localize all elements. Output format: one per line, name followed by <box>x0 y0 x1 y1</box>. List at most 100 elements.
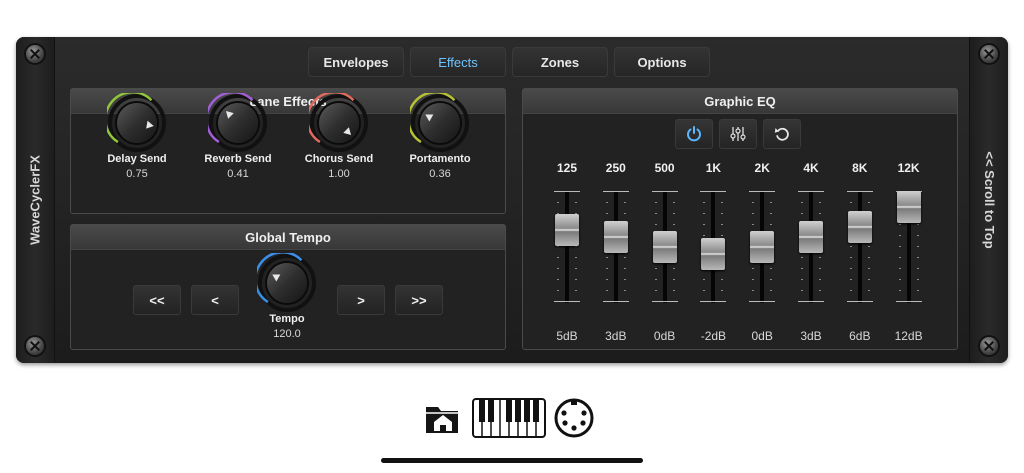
tempo-knob[interactable] <box>257 253 317 313</box>
slider-tick <box>623 202 626 203</box>
knob-value: 120.0 <box>273 328 301 340</box>
app-title: WaveCyclerFX <box>27 155 43 245</box>
eq-band-slider[interactable] <box>840 191 880 309</box>
eq-band-slider[interactable] <box>547 191 587 309</box>
reverb-send-knob[interactable] <box>208 93 268 153</box>
slider-tick <box>605 279 608 280</box>
slider-tick <box>801 213 803 214</box>
screw-icon <box>26 337 44 355</box>
slider-tick <box>623 213 626 214</box>
slider-end-line <box>749 301 776 302</box>
delay-send-knob[interactable] <box>107 93 167 153</box>
slider-tick <box>557 279 559 280</box>
slider-tick <box>752 279 755 280</box>
slider-tick <box>654 279 657 280</box>
slider-tick <box>721 213 724 214</box>
eq-band-slider[interactable] <box>889 191 929 309</box>
eq-band-slider[interactable] <box>596 191 636 309</box>
slider-tick <box>849 257 852 258</box>
tab-options[interactable]: Options <box>614 47 710 77</box>
tempo-back-button[interactable]: < <box>191 285 239 315</box>
tempo-forward-button[interactable]: > <box>337 285 385 315</box>
slider-tick <box>916 268 919 269</box>
eq-band-frequency: 125 <box>556 161 578 175</box>
slider-tick <box>752 290 755 291</box>
eq-reset-button[interactable] <box>763 119 801 149</box>
folder-home-icon[interactable] <box>424 401 464 435</box>
slider-tick <box>752 268 755 269</box>
eq-band: 2K 0dB <box>742 161 782 343</box>
slider-end-line <box>846 191 873 192</box>
slider-tick <box>721 290 724 291</box>
eq-slider-thumb[interactable] <box>799 221 823 253</box>
sliders-icon <box>730 127 746 141</box>
slider-tick <box>849 246 852 247</box>
tab-zones[interactable]: Zones <box>512 47 608 77</box>
rack-right-side[interactable]: << Scroll to Top <box>969 37 1008 363</box>
slider-tick <box>703 202 706 203</box>
graphic-eq-panel: Graphic EQ 125 5dB 250 3dB 500 0dB 1K -2… <box>522 88 958 350</box>
chorus-send-knob[interactable] <box>309 93 369 153</box>
slider-tick <box>654 213 657 214</box>
chorus-send-control: Chorus Send 1.00 <box>299 93 379 182</box>
slider-tick <box>849 202 852 203</box>
slider-tick <box>672 202 675 203</box>
delay-send-control: Delay Send 0.75 <box>97 93 177 182</box>
knob-label: Chorus Send <box>304 153 374 165</box>
tempo-fast-forward-button[interactable]: >> <box>395 285 443 315</box>
eq-slider-thumb[interactable] <box>750 231 775 263</box>
knob-label: Delay Send <box>107 153 167 165</box>
slider-tick <box>721 279 724 280</box>
eq-band-frequency: 2K <box>754 161 770 175</box>
eq-power-button[interactable] <box>675 119 713 149</box>
tempo-fast-back-button[interactable]: << <box>133 285 181 315</box>
scroll-to-top-link[interactable]: << Scroll to Top <box>982 151 997 248</box>
slider-end-line <box>602 301 629 302</box>
eq-band: 12K 12dB <box>889 161 929 343</box>
eq-band-slider[interactable] <box>791 191 831 309</box>
eq-band: 500 0dB <box>645 161 685 343</box>
eq-band-gain: 5dB <box>556 329 578 343</box>
slider-tick <box>575 268 577 269</box>
slider-end-line <box>651 191 678 192</box>
eq-band-slider[interactable] <box>645 191 685 309</box>
slider-tick <box>557 290 559 291</box>
tab-effects[interactable]: Effects <box>410 47 506 77</box>
slider-tick <box>898 235 901 236</box>
eq-slider-thumb[interactable] <box>555 214 579 247</box>
slider-tick <box>867 202 870 203</box>
slider-end-line <box>749 191 776 192</box>
eq-band-slider[interactable] <box>693 191 733 309</box>
piano-keyboard-icon[interactable] <box>472 398 546 438</box>
slider-tick <box>867 279 870 280</box>
slider-tick <box>703 279 706 280</box>
slider-tick <box>672 224 675 225</box>
eq-band-frequency: 1K <box>705 161 722 175</box>
eq-sliders-button[interactable] <box>719 119 757 149</box>
slider-tick <box>672 290 675 291</box>
portamento-knob[interactable] <box>410 93 470 153</box>
slider-tick <box>770 268 773 269</box>
eq-band-gain: 6dB <box>849 329 871 343</box>
eq-slider-thumb[interactable] <box>652 231 677 263</box>
eq-band-slider[interactable] <box>742 191 782 309</box>
global-tempo-panel: Global Tempo << < > >> Tempo 120.0 <box>70 224 506 350</box>
eq-slider-thumb[interactable] <box>701 237 726 270</box>
slider-tick <box>801 290 803 291</box>
eq-slider-thumb[interactable] <box>896 191 921 223</box>
eq-band-gain: 0dB <box>653 329 676 343</box>
eq-slider-thumb[interactable] <box>603 221 628 253</box>
slider-tick <box>916 257 919 258</box>
home-indicator[interactable] <box>381 458 643 463</box>
eq-band: 125 5dB <box>547 161 587 343</box>
reverb-send-control: Reverb Send 0.41 <box>198 93 278 182</box>
midi-connector-icon[interactable] <box>554 398 594 438</box>
slider-tick <box>654 268 657 269</box>
knob-graphic <box>107 93 166 152</box>
tab-envelopes[interactable]: Envelopes <box>308 47 404 77</box>
slider-tick <box>770 290 773 291</box>
reset-icon <box>774 127 789 141</box>
eq-slider-thumb[interactable] <box>847 211 872 243</box>
knob-label: Portamento <box>409 153 471 165</box>
slider-end-line <box>846 301 873 302</box>
